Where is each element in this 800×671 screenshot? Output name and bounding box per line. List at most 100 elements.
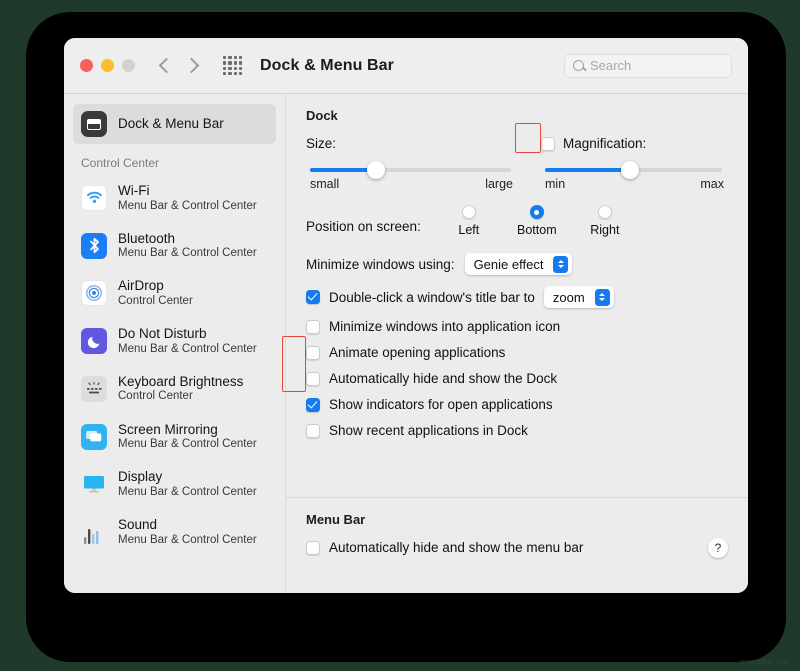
- wifi-icon: [81, 184, 107, 211]
- sidebar-item-sublabel: Menu Bar & Control Center: [118, 438, 257, 451]
- close-button[interactable]: [80, 59, 93, 72]
- position-option-label: Left: [458, 223, 480, 237]
- auto-hide-dock-row: Automatically hide and show the Dock: [306, 371, 728, 386]
- show-recent-apps-label: Show recent applications in Dock: [329, 423, 528, 438]
- sidebar-item-label: Dock & Menu Bar: [118, 116, 224, 132]
- help-button[interactable]: ?: [708, 538, 728, 558]
- zoom-button[interactable]: [122, 59, 135, 72]
- sound-icon: [81, 519, 107, 545]
- keyboard-icon: [81, 375, 107, 402]
- display-icon: [81, 471, 107, 497]
- menu-bar-section: Menu Bar Automatically hide and show the…: [306, 512, 728, 558]
- auto-hide-dock-checkbox[interactable]: [306, 371, 320, 386]
- show-indicators-checkbox[interactable]: [306, 397, 320, 412]
- back-chevron-icon[interactable]: [158, 57, 175, 74]
- double-click-checkbox[interactable]: [306, 290, 320, 304]
- radio-left[interactable]: [461, 205, 476, 219]
- search-field[interactable]: Search: [564, 53, 732, 78]
- sidebar: Dock & Menu Bar Control Center Wi-Fi Men…: [64, 94, 286, 593]
- bluetooth-icon: [81, 232, 107, 259]
- minimize-effect-popup[interactable]: Genie effect: [464, 253, 573, 275]
- magnification-checkbox[interactable]: [541, 136, 555, 151]
- double-click-action-value: zoom: [552, 289, 585, 305]
- sidebar-item-sublabel: Menu Bar & Control Center: [118, 342, 257, 355]
- window-title-bar: Dock & Menu Bar Search: [64, 38, 748, 94]
- sidebar-item-keyboard-brightness[interactable]: Keyboard Brightness Control Center: [73, 365, 276, 413]
- sidebar-item-label: AirDrop: [118, 278, 164, 294]
- size-min-label: small: [310, 177, 340, 191]
- auto-hide-menu-bar-label: Automatically hide and show the menu bar: [329, 540, 584, 555]
- position-option-right[interactable]: Right: [571, 205, 639, 237]
- size-slider-endpoints: small large: [306, 177, 517, 191]
- chevron-updown-icon[interactable]: [594, 288, 610, 306]
- window-content: Dock & Menu Bar Control Center Wi-Fi Men…: [64, 94, 748, 593]
- minimize-into-icon-row: Minimize windows into application icon: [306, 319, 728, 334]
- show-indicators-row: Show indicators for open applications: [306, 397, 728, 412]
- magnification-control: Magnification: min max: [517, 136, 728, 191]
- sidebar-item-screen-mirroring[interactable]: Screen Mirroring Menu Bar & Control Cent…: [73, 413, 276, 461]
- sidebar-item-label: Keyboard Brightness: [118, 373, 244, 389]
- sidebar-item-sublabel: Menu Bar & Control Center: [118, 199, 257, 212]
- show-recent-apps-checkbox[interactable]: [306, 423, 320, 438]
- sidebar-item-sublabel: Control Center: [118, 294, 193, 307]
- forward-chevron-icon[interactable]: [183, 57, 200, 74]
- screen-mirroring-icon: [81, 423, 107, 450]
- sidebar-group-label: Control Center: [81, 156, 160, 170]
- animate-opening-apps-checkbox[interactable]: [306, 345, 320, 360]
- dock-section-title: Dock: [306, 108, 338, 123]
- minimize-button[interactable]: [101, 59, 114, 72]
- magnification-slider[interactable]: [545, 161, 722, 179]
- sidebar-item-wifi[interactable]: Wi-Fi Menu Bar & Control Center: [73, 174, 276, 222]
- preferences-pane: Dock Size: small large Magnification: mi…: [282, 94, 748, 593]
- sidebar-item-airdrop[interactable]: AirDrop Control Center: [73, 269, 276, 317]
- position-radio-group: Left Bottom Right: [435, 205, 639, 237]
- sidebar-item-bluetooth[interactable]: Bluetooth Menu Bar & Control Center: [73, 222, 276, 270]
- search-placeholder: Search: [590, 58, 632, 73]
- dock-icon: [81, 111, 107, 137]
- sidebar-item-sublabel: Control Center: [118, 390, 193, 403]
- system-preferences-window: Dock & Menu Bar Search Dock & Menu Bar C…: [64, 38, 748, 593]
- double-click-action-popup[interactable]: zoom: [543, 286, 614, 308]
- show-indicators-label: Show indicators for open applications: [329, 397, 553, 412]
- sidebar-item-sublabel: Menu Bar & Control Center: [118, 533, 257, 546]
- sidebar-item-label: Sound: [118, 517, 158, 533]
- dock-sliders: Size: small large Magnification: min max: [306, 136, 728, 191]
- auto-hide-dock-label: Automatically hide and show the Dock: [329, 371, 558, 386]
- minimize-into-icon-label: Minimize windows into application icon: [329, 319, 561, 334]
- sidebar-item-sublabel: Menu Bar & Control Center: [118, 485, 257, 498]
- menu-bar-section-title: Menu Bar: [306, 512, 366, 527]
- traffic-lights: [80, 59, 135, 72]
- size-slider[interactable]: [310, 161, 511, 179]
- section-divider: [286, 497, 748, 498]
- airdrop-icon: [81, 280, 107, 307]
- magnification-slider-thumb[interactable]: [620, 161, 639, 179]
- auto-hide-menu-bar-checkbox[interactable]: [306, 540, 320, 555]
- animate-opening-apps-row: Animate opening applications: [306, 345, 728, 360]
- chevron-updown-icon[interactable]: [553, 255, 569, 273]
- watermark: www.sauq.com: [739, 659, 790, 666]
- size-control: Size: small large: [306, 136, 517, 191]
- double-click-label: Double-click a window's title bar to: [329, 289, 535, 305]
- sidebar-item-sound[interactable]: Sound Menu Bar & Control Center: [73, 508, 276, 556]
- sidebar-item-label: Wi-Fi: [118, 183, 150, 198]
- animate-opening-apps-label: Animate opening applications: [329, 345, 506, 360]
- navigation-arrows: [158, 57, 200, 74]
- window-title: Dock & Menu Bar: [260, 56, 394, 74]
- show-recent-apps-row: Show recent applications in Dock: [306, 423, 728, 438]
- sidebar-item-display[interactable]: Display Menu Bar & Control Center: [73, 460, 276, 508]
- radio-bottom[interactable]: [529, 205, 544, 219]
- radio-right[interactable]: [597, 205, 612, 219]
- moon-icon: [81, 328, 107, 355]
- position-on-screen-control: Position on screen: Left Bottom Right: [306, 205, 728, 237]
- search-icon: [573, 60, 584, 71]
- minimize-into-icon-checkbox[interactable]: [306, 319, 320, 334]
- position-option-left[interactable]: Left: [435, 205, 503, 237]
- show-all-grid-icon[interactable]: [223, 56, 242, 75]
- minimize-effect-value: Genie effect: [473, 256, 544, 272]
- size-max-label: large: [485, 177, 513, 191]
- sidebar-item-dock-menu-bar[interactable]: Dock & Menu Bar: [73, 104, 276, 144]
- minimize-effect-label: Minimize windows using:: [306, 256, 455, 272]
- sidebar-item-do-not-disturb[interactable]: Do Not Disturb Menu Bar & Control Center: [73, 317, 276, 365]
- size-slider-thumb[interactable]: [367, 161, 386, 179]
- position-option-bottom[interactable]: Bottom: [503, 205, 571, 237]
